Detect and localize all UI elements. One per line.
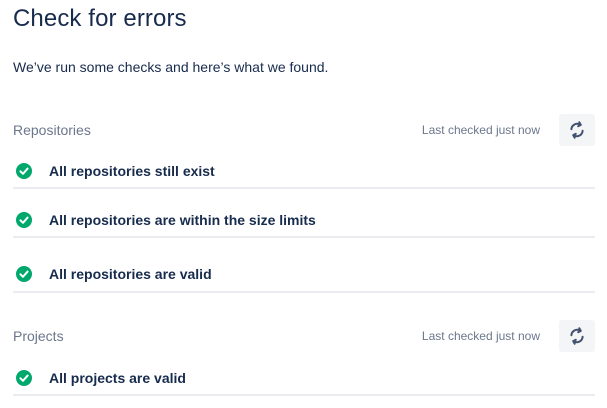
refresh-button[interactable] [559, 114, 595, 146]
section-title: Repositories [13, 122, 91, 138]
section-header-projects: Projects Last checked just now [13, 320, 595, 352]
last-checked-text: Last checked just now [421, 329, 540, 343]
refresh-button[interactable] [559, 320, 595, 352]
check-circle-icon [16, 370, 32, 386]
check-circle-icon [16, 212, 32, 228]
check-circle-icon [16, 266, 32, 282]
check-row: All repositories are valid [13, 254, 595, 293]
refresh-icon [570, 327, 584, 345]
last-checked-text: Last checked just now [421, 123, 540, 137]
check-row: All repositories are within the size lim… [13, 203, 595, 238]
check-row: All repositories still exist [13, 155, 595, 189]
page-title: Check for errors [13, 5, 187, 32]
check-label: All repositories still exist [49, 163, 215, 179]
check-row: All projects are valid [13, 362, 595, 396]
section-header-repositories: Repositories Last checked just now [13, 114, 595, 146]
refresh-icon [570, 121, 584, 139]
section-title: Projects [13, 328, 64, 344]
check-circle-icon [16, 163, 32, 179]
check-label: All projects are valid [49, 370, 186, 386]
check-label: All repositories are within the size lim… [49, 212, 316, 228]
page-description: We’ve run some checks and here’s what we… [13, 59, 329, 75]
check-label: All repositories are valid [49, 266, 212, 282]
